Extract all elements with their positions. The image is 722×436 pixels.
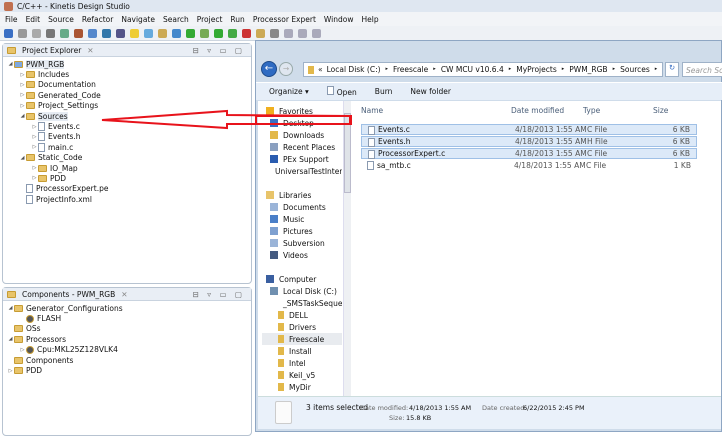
annotation-arrow: [101, 109, 352, 130]
red-arrow-shape: [101, 109, 351, 130]
red-highlight-box: [255, 115, 352, 125]
